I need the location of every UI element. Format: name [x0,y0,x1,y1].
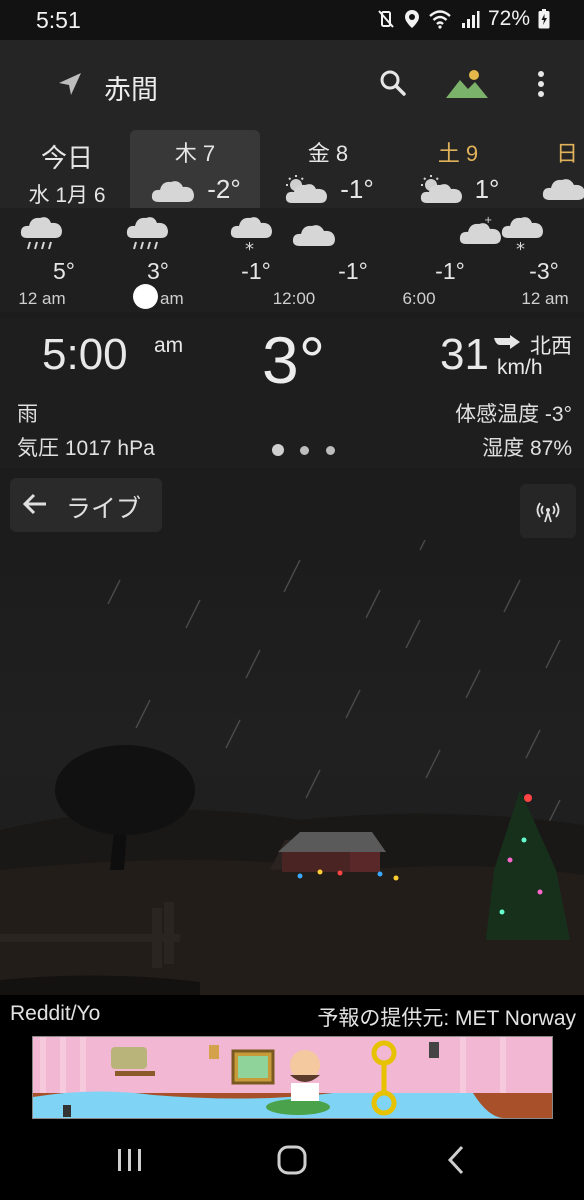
forecast-credit[interactable]: 予報の提供元: MET Norway [317,1002,576,1032]
weather-background-scene [0,540,584,995]
location-pin-icon [404,10,419,28]
wind-direction-arrow-icon [494,335,520,349]
city-name[interactable]: 赤間 [104,68,158,107]
current-hour-marker [133,284,158,309]
status-icons: 72% [376,7,550,31]
current-temperature: 3° [262,323,326,397]
mute-vibrate-icon [378,10,394,28]
landscape-icon[interactable] [444,68,490,100]
wind-unit: km/h [497,356,543,379]
more-vert-icon[interactable] [535,70,547,100]
pressure: 気圧 1017 hPa [17,437,155,460]
cell-signal-icon [461,11,480,28]
partly-cloudy-icon [420,174,462,203]
rain-cloud-icon [126,217,168,250]
snow-cloud-icon: * [230,217,272,256]
tab-thursday[interactable]: 木 7 -2° [130,130,260,208]
back-icon[interactable] [442,1143,470,1177]
tab-sunday[interactable]: 日 [536,130,584,208]
tab-saturday[interactable]: 土 9 1° [398,130,518,208]
page-indicator-dot [326,446,335,455]
current-ampm: am [154,334,184,357]
day-name: 今日 [40,143,93,173]
day-name: 木 7 [174,141,216,166]
cloud-icon [542,179,584,200]
current-time: 5:00 [42,330,128,379]
ad-illustration [33,1037,552,1118]
hour-time: 6:00 [402,289,436,308]
hour-temp: -3° [529,258,559,284]
tab-today[interactable]: 今日 水 1月 6 [8,130,126,208]
wind-speed: 31 [440,330,489,379]
day-name: 日 [556,141,579,166]
status-time: 5:51 [36,7,81,33]
current-condition: 雨 [17,403,38,426]
hour-temp: -1° [435,258,465,284]
humidity: 湿度 87% [482,437,572,460]
page-indicator-dot [300,446,309,455]
rain-cloud-icon [20,217,62,250]
wifi-icon [429,10,451,29]
svg-text:*: * [245,239,254,256]
arrow-back-icon [22,493,46,515]
day-temp: 1° [474,174,500,204]
hour-temp: 5° [53,258,75,284]
day-temp: -2° [207,174,241,204]
tab-friday[interactable]: 金 8 -1° [268,130,388,208]
day-name: 金 8 [307,141,349,166]
search-icon[interactable] [378,68,408,98]
photo-credit[interactable]: Reddit/Yo [10,1002,100,1026]
page-indicator-dot [272,444,284,456]
hour-temp: 3° [147,258,169,284]
hour-time: 12:00 [272,289,316,308]
antenna-icon [536,502,560,523]
live-label: ライブ [66,495,142,523]
location-arrow-icon[interactable] [56,70,84,98]
home-icon[interactable] [275,1143,309,1177]
cloud-icon [292,225,335,246]
svg-text:*: * [516,239,525,256]
hour-time: 12 am [18,289,66,308]
hour-temp: -1° [338,258,368,284]
recent-apps-icon[interactable] [114,1143,146,1177]
battery-percent: 72% [487,7,530,30]
landscape-illustration [0,540,584,995]
day-date: 水 1月 6 [28,184,106,207]
partly-cloudy-icon [286,174,328,203]
day-name: 土 9 [437,141,479,166]
live-camera-button[interactable] [520,484,576,538]
hour-time: 12 am [521,289,569,308]
hour-temp: -1° [241,258,271,284]
cloud-icon [152,180,195,202]
night-cloud-icon: +* [459,215,543,256]
battery-icon [538,9,550,29]
ad-banner[interactable] [32,1036,553,1119]
app-bar [0,40,584,130]
feels-like: 体感温度 -3° [455,403,572,426]
day-temp: -1° [340,174,374,204]
